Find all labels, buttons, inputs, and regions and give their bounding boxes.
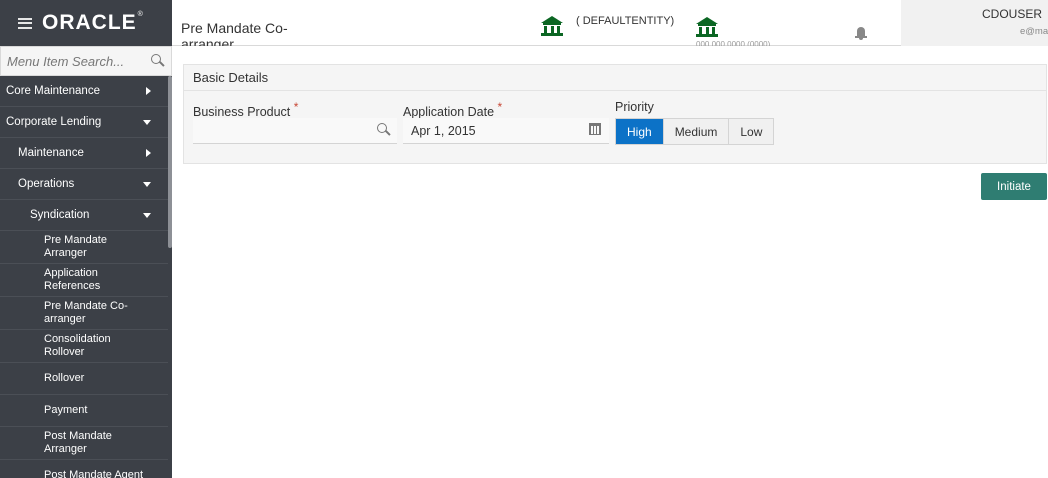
priority-label: Priority bbox=[615, 100, 654, 114]
oracle-logo: ORACLE® bbox=[42, 11, 144, 34]
sidebar-scrollbar[interactable] bbox=[168, 76, 172, 248]
sidebar-item-post-mandate-arranger[interactable]: Post Mandate Arranger bbox=[0, 427, 168, 460]
sidebar-item-maintenance[interactable]: Maintenance bbox=[0, 138, 168, 169]
sidebar-item-label: Post Mandate Agent bbox=[44, 469, 144, 478]
sidebar-menu: Core Maintenance Corporate Lending Maint… bbox=[0, 76, 168, 478]
sidebar-item-label: Corporate Lending bbox=[6, 116, 102, 128]
user-menu[interactable]: CDOUSER e@mail.com bbox=[901, 0, 1048, 46]
basic-details-panel: Basic Details Business Product * Applica… bbox=[183, 64, 1047, 164]
bell-icon[interactable] bbox=[855, 27, 867, 41]
priority-low-button[interactable]: Low bbox=[729, 119, 774, 144]
priority-high-button[interactable]: High bbox=[616, 119, 664, 144]
sidebar-item-consolidation-rollover[interactable]: Consolidation Rollover bbox=[0, 330, 168, 363]
sidebar-item-application-references[interactable]: Application References bbox=[0, 264, 168, 297]
user-name: CDOUSER bbox=[981, 7, 1042, 21]
entity-label[interactable]: ( DEFAULTENTITY) bbox=[576, 15, 674, 27]
search-icon[interactable] bbox=[377, 123, 391, 137]
sidebar-item-label: Consolidation Rollover bbox=[44, 333, 111, 358]
priority-toggle: High Medium Low bbox=[615, 118, 775, 145]
application-date-label: Application Date * bbox=[403, 100, 503, 120]
sidebar-item-label: Maintenance bbox=[18, 147, 84, 159]
sidebar-item-operations[interactable]: Operations bbox=[0, 169, 168, 200]
caret-down-icon bbox=[143, 213, 151, 218]
sidebar-item-label: Rollover bbox=[44, 372, 85, 384]
sidebar-item-label: Payment bbox=[44, 404, 88, 416]
user-email: e@mail.com bbox=[1020, 26, 1048, 37]
sidebar-item-label: Operations bbox=[18, 178, 75, 190]
sidebar-item-label: Post Mandate Arranger bbox=[44, 430, 112, 455]
page-title: Pre Mandate Co-arranger bbox=[181, 20, 288, 46]
sidebar-item-label: Application References bbox=[44, 267, 101, 292]
sidebar-item-syndication[interactable]: Syndication bbox=[0, 200, 168, 231]
hamburger-icon[interactable] bbox=[18, 17, 32, 29]
bank-icon[interactable] bbox=[696, 17, 718, 37]
priority-medium-button[interactable]: Medium bbox=[663, 119, 730, 144]
section-title: Basic Details bbox=[184, 65, 1046, 91]
brand-bar: ORACLE® bbox=[0, 0, 172, 46]
header: Pre Mandate Co-arranger ( DEFAULTENTITY)… bbox=[172, 0, 1048, 46]
branch-label[interactable]: 000 000 0000 (0000) bbox=[696, 40, 770, 46]
sidebar-item-label: Pre Mandate Co-arranger bbox=[44, 300, 128, 325]
sidebar-item-core-maintenance[interactable]: Core Maintenance bbox=[0, 76, 168, 107]
caret-right-icon bbox=[146, 87, 151, 95]
search-icon[interactable] bbox=[151, 54, 165, 68]
sidebar-item-corporate-lending[interactable]: Corporate Lending bbox=[0, 107, 168, 138]
sidebar-item-label: Pre Mandate Arranger bbox=[44, 234, 107, 259]
caret-down-icon bbox=[143, 120, 151, 125]
bank-icon[interactable] bbox=[541, 16, 563, 36]
initiate-button[interactable]: Initiate bbox=[981, 173, 1047, 200]
business-product-input[interactable] bbox=[193, 118, 397, 144]
application-date-input[interactable]: Apr 1, 2015 bbox=[403, 118, 609, 144]
sidebar-item-pre-mandate-arranger[interactable]: Pre Mandate Arranger bbox=[0, 231, 168, 264]
sidebar-item-label: Core Maintenance bbox=[6, 85, 100, 97]
sidebar-item-rollover[interactable]: Rollover bbox=[0, 363, 168, 395]
sidebar-item-post-mandate-agent[interactable]: Post Mandate Agent bbox=[0, 460, 168, 478]
menu-search bbox=[0, 46, 172, 76]
caret-right-icon bbox=[146, 149, 151, 157]
sidebar-item-payment[interactable]: Payment bbox=[0, 395, 168, 427]
menu-search-input[interactable] bbox=[7, 53, 151, 69]
sidebar: ORACLE® Core Maintenance Corporate Lendi… bbox=[0, 0, 172, 478]
caret-down-icon bbox=[143, 182, 151, 187]
calendar-icon[interactable] bbox=[589, 123, 601, 135]
sidebar-item-pre-mandate-co-arranger[interactable]: Pre Mandate Co-arranger bbox=[0, 297, 168, 330]
business-product-label: Business Product * bbox=[193, 100, 299, 120]
sidebar-item-label: Syndication bbox=[30, 209, 90, 221]
